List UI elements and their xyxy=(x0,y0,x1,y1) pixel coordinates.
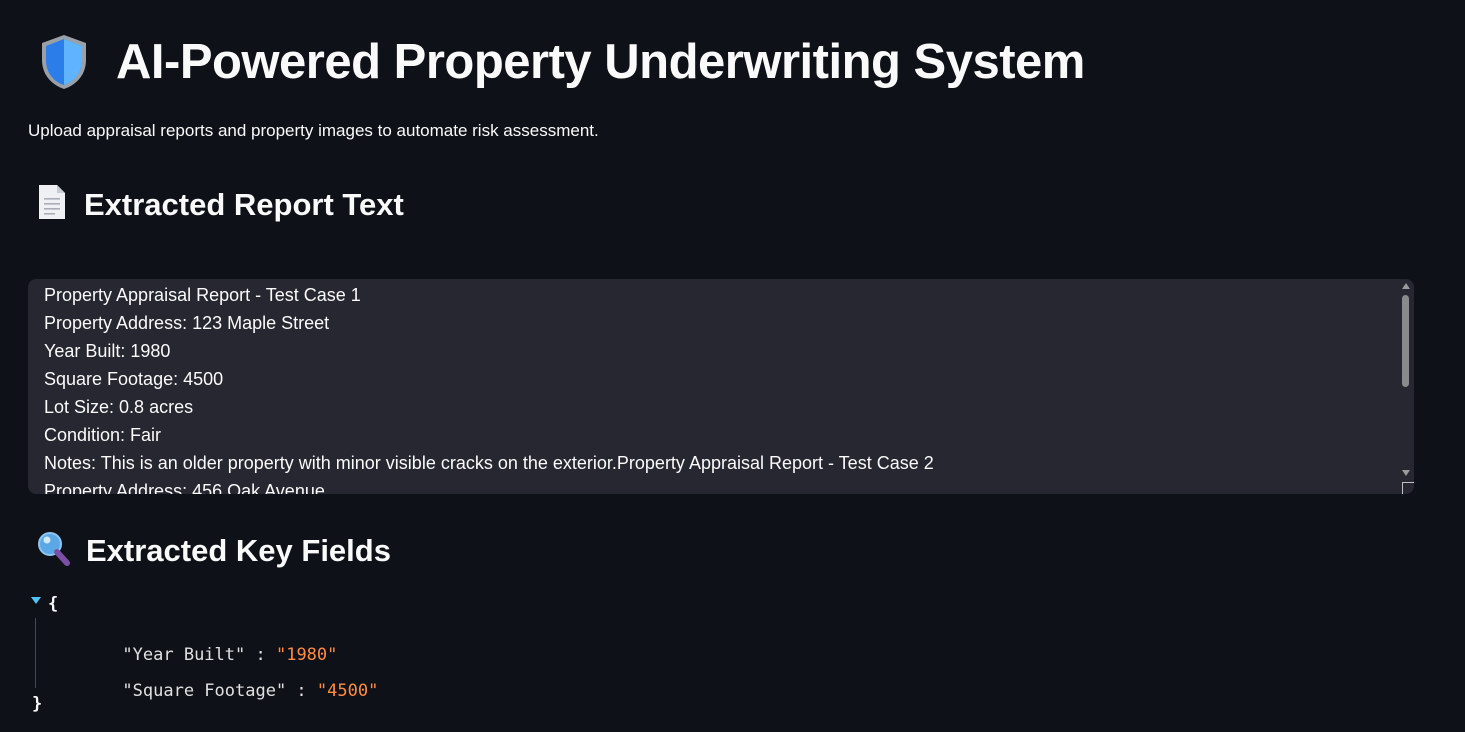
json-close-brace: } xyxy=(32,694,43,714)
report-section-title: Extracted Report Text xyxy=(84,186,404,222)
scroll-thumb[interactable] xyxy=(1402,295,1409,387)
page-subtitle: Upload appraisal reports and property im… xyxy=(28,121,599,140)
fields-section-header: Extracted Key Fields xyxy=(36,530,391,571)
title-row: AI-Powered Property Underwriting System xyxy=(36,30,1085,94)
json-colon: : xyxy=(286,681,317,701)
json-value: "4500" xyxy=(316,681,379,701)
shield-icon xyxy=(36,32,92,92)
json-open-brace: { xyxy=(48,594,59,614)
document-icon xyxy=(36,183,68,226)
report-text-content[interactable]: Property Appraisal Report - Test Case 1 … xyxy=(44,281,1394,494)
resize-handle-icon[interactable] xyxy=(1402,482,1414,494)
scroll-up-arrow-icon[interactable] xyxy=(1402,283,1410,289)
report-scrollbar[interactable] xyxy=(1400,281,1412,481)
json-row-square-footage: "Square Footage" : "4500" xyxy=(61,661,378,721)
app-page: AI-Powered Property Underwriting System … xyxy=(0,0,1465,732)
json-key: "Square Footage" xyxy=(122,681,287,701)
scroll-down-arrow-icon[interactable] xyxy=(1402,470,1410,476)
json-indent-guide xyxy=(35,618,36,688)
report-section-header: Extracted Report Text xyxy=(36,183,404,226)
collapse-toggle-icon[interactable] xyxy=(31,597,41,604)
fields-section-title: Extracted Key Fields xyxy=(86,532,391,568)
report-text-area[interactable]: Property Appraisal Report - Test Case 1 … xyxy=(28,279,1414,494)
magnifier-icon xyxy=(36,530,70,571)
page-title: AI-Powered Property Underwriting System xyxy=(116,35,1085,89)
